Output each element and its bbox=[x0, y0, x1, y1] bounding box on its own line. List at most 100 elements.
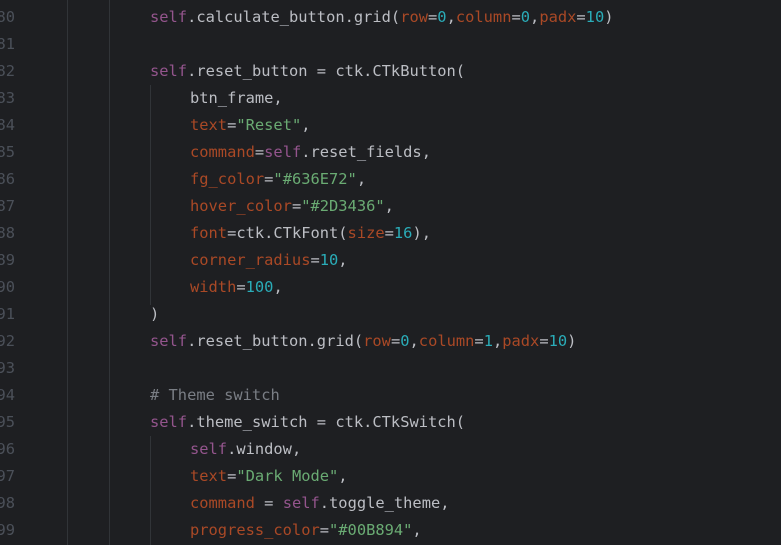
code-text: font=ctk.CTkFont(size=16), bbox=[190, 220, 431, 247]
code-token: , bbox=[301, 116, 311, 134]
code-line[interactable]: 97 text="Dark Mode", bbox=[0, 463, 781, 490]
code-text: self.reset_button.grid(row=0,column=1,pa… bbox=[150, 328, 576, 355]
code-line[interactable]: 99 progress_color="#00B894", bbox=[0, 517, 781, 544]
code-token: , bbox=[446, 8, 456, 26]
code-text: command=self.reset_fields, bbox=[190, 139, 431, 166]
code-token: = bbox=[310, 251, 320, 269]
code-token: 0 bbox=[520, 8, 531, 26]
code-token: = bbox=[576, 8, 586, 26]
code-text: command = self.toggle_theme, bbox=[190, 490, 450, 517]
code-token: "#00B894" bbox=[329, 521, 413, 539]
code-token: self bbox=[282, 494, 320, 512]
code-text: # Theme switch bbox=[150, 382, 280, 409]
line-number: 96 bbox=[0, 440, 15, 458]
code-line[interactable]: 89 corner_radius=10, bbox=[0, 247, 781, 274]
code-text: ) bbox=[150, 301, 159, 328]
code-token: width bbox=[190, 278, 237, 296]
code-token: = bbox=[236, 278, 246, 296]
line-number: 98 bbox=[0, 494, 15, 512]
code-line[interactable]: 81 bbox=[0, 31, 781, 58]
code-token: = bbox=[319, 521, 330, 539]
code-token: 0 bbox=[400, 332, 410, 350]
code-token: .window, bbox=[227, 440, 302, 458]
code-lines[interactable]: 80 self.calculate_button.grid(row=0,colum… bbox=[0, 4, 781, 544]
code-line[interactable]: 84 text="Reset", bbox=[0, 112, 781, 139]
code-token: column bbox=[418, 332, 475, 350]
code-line[interactable]: 93 bbox=[0, 355, 781, 382]
code-token: fg_color bbox=[190, 170, 265, 188]
code-line[interactable]: 91) bbox=[0, 301, 781, 328]
code-token: ) bbox=[604, 8, 614, 26]
code-text: self.reset_button = ctk.CTkButton( bbox=[150, 58, 465, 85]
code-text: self.theme_switch = ctk.CTkSwitch( bbox=[150, 409, 465, 436]
code-token: padx bbox=[539, 8, 577, 26]
code-token: , bbox=[530, 8, 540, 26]
code-token: = bbox=[291, 197, 302, 215]
code-line[interactable]: 96 self.window, bbox=[0, 436, 781, 463]
code-token: size bbox=[347, 224, 385, 242]
code-token: command bbox=[190, 143, 255, 161]
code-line[interactable]: 83 btn_frame, bbox=[0, 85, 781, 112]
code-line[interactable]: 95 self.theme_switch = ctk.CTkSwitch( bbox=[0, 409, 781, 436]
code-text: width=100, bbox=[190, 274, 283, 301]
code-token: .reset_button.grid( bbox=[187, 332, 364, 350]
code-token: font bbox=[190, 224, 228, 242]
line-number: 82 bbox=[0, 62, 15, 80]
code-token: 1 bbox=[483, 332, 493, 350]
code-token: = bbox=[227, 467, 237, 485]
code-line[interactable]: 87 hover_color="#2D3436", bbox=[0, 193, 781, 220]
code-text: self.calculate_button.grid(row=0,column=… bbox=[150, 4, 614, 31]
code-text: hover_color="#2D3436", bbox=[190, 193, 394, 220]
code-token: = bbox=[384, 224, 394, 242]
code-token: # Theme switch bbox=[150, 386, 280, 404]
line-number: 95 bbox=[0, 413, 15, 431]
code-line[interactable]: 98 command = self.toggle_theme, bbox=[0, 490, 781, 517]
code-line[interactable]: 94 # Theme switch bbox=[0, 382, 781, 409]
line-number: 85 bbox=[0, 143, 15, 161]
line-number: 89 bbox=[0, 251, 15, 269]
code-line[interactable]: 88 font=ctk.CTkFont(size=16), bbox=[0, 220, 781, 247]
code-token: , bbox=[338, 467, 348, 485]
code-token: self bbox=[150, 8, 188, 26]
code-token: btn_frame, bbox=[190, 89, 283, 107]
code-token: column bbox=[455, 8, 512, 26]
code-line[interactable]: 85 command=self.reset_fields, bbox=[0, 139, 781, 166]
code-editor[interactable]: 80 self.calculate_button.grid(row=0,colum… bbox=[0, 0, 781, 545]
code-token: "Dark Mode" bbox=[236, 467, 339, 485]
code-line[interactable]: 82 self.reset_button = ctk.CTkButton( bbox=[0, 58, 781, 85]
code-token: , bbox=[409, 332, 419, 350]
line-number: 83 bbox=[0, 89, 15, 107]
code-token: self bbox=[264, 143, 302, 161]
code-token: corner_radius bbox=[190, 251, 311, 269]
code-text: corner_radius=10, bbox=[190, 247, 348, 274]
code-token: .toggle_theme, bbox=[319, 494, 450, 512]
code-token: ) bbox=[567, 332, 577, 350]
code-token: 100 bbox=[245, 278, 274, 296]
code-token: =ctk.CTkFont( bbox=[227, 224, 348, 242]
code-token: 10 bbox=[319, 251, 339, 269]
code-token: "#636E72" bbox=[273, 170, 357, 188]
code-token: 10 bbox=[585, 8, 605, 26]
code-line[interactable]: 90 width=100, bbox=[0, 274, 781, 301]
code-token: , bbox=[412, 521, 422, 539]
code-text: text="Dark Mode", bbox=[190, 463, 348, 490]
line-number: 90 bbox=[0, 278, 15, 296]
code-text: btn_frame, bbox=[190, 85, 283, 112]
line-number: 84 bbox=[0, 116, 15, 134]
code-text: progress_color="#00B894", bbox=[190, 517, 422, 544]
code-line[interactable]: 80 self.calculate_button.grid(row=0,colum… bbox=[0, 4, 781, 31]
code-token: hover_color bbox=[190, 197, 292, 215]
code-token: 0 bbox=[437, 8, 447, 26]
code-token: = bbox=[254, 494, 283, 512]
code-token: row bbox=[400, 8, 429, 26]
code-text: self.window, bbox=[190, 436, 301, 463]
line-number: 99 bbox=[0, 521, 15, 539]
code-text: fg_color="#636E72", bbox=[190, 166, 366, 193]
code-token: 10 bbox=[548, 332, 568, 350]
code-token: = bbox=[227, 116, 237, 134]
code-token: self bbox=[150, 332, 188, 350]
code-line[interactable]: 92 self.reset_button.grid(row=0,column=1,… bbox=[0, 328, 781, 355]
code-line[interactable]: 86 fg_color="#636E72", bbox=[0, 166, 781, 193]
code-token: ) bbox=[150, 305, 160, 323]
line-number: 91 bbox=[0, 305, 15, 323]
